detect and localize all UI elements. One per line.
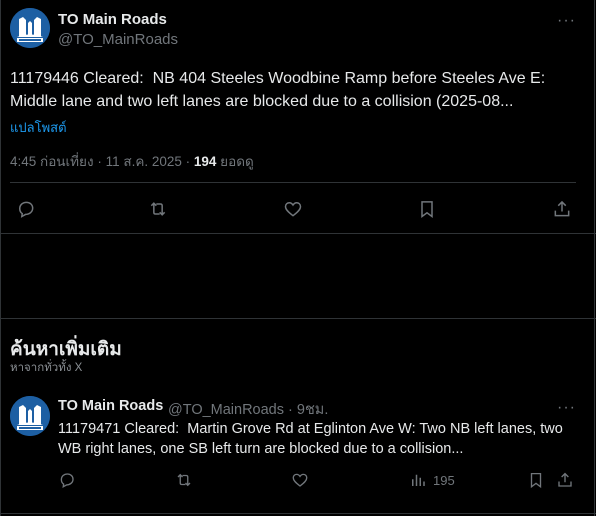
related-bookmark-button[interactable] (527, 471, 545, 489)
avatar[interactable] (10, 8, 50, 48)
share-button[interactable] (552, 199, 572, 219)
tweet-text-line-2: Middle lane and two left lanes are block… (10, 93, 514, 110)
related-text-line-2: WB right lanes, one SB left turn are blo… (58, 441, 464, 457)
divider (0, 233, 596, 234)
toronto-logo-icon (10, 8, 50, 48)
translate-post-link[interactable]: แปลโพสต์ (10, 117, 67, 138)
related-views-count: 195 (433, 472, 455, 488)
related-meta: @TO_MainRoads · 9ชม. (168, 398, 328, 421)
related-age[interactable]: 9ชม. (297, 402, 329, 418)
views-chart-icon (412, 474, 425, 486)
author-handle[interactable]: @TO_MainRoads (58, 31, 178, 48)
related-author-handle[interactable]: @TO_MainRoads (168, 402, 284, 418)
repost-icon (177, 473, 191, 487)
related-more-options-icon[interactable]: ··· (557, 399, 576, 417)
tweet-text-line-1: 11179446 Cleared: NB 404 Steeles Woodbin… (10, 70, 546, 87)
tweet-date[interactable]: 11 ส.ค. 2025 (106, 154, 182, 169)
share-icon (558, 472, 572, 487)
reply-icon (18, 201, 34, 218)
toronto-logo-icon (10, 396, 50, 436)
meta-separator: · (284, 402, 297, 418)
repost-icon (150, 202, 166, 216)
divider (0, 513, 596, 514)
bookmark-button[interactable] (417, 199, 437, 219)
reply-button[interactable] (16, 199, 36, 219)
heart-icon (284, 201, 302, 217)
repost-button[interactable] (148, 199, 168, 219)
author-name[interactable]: TO Main Roads (58, 11, 167, 28)
section-subtitle: หาจากทั่วทั้ง X (10, 362, 83, 374)
like-button[interactable] (283, 199, 303, 219)
left-border (0, 0, 1, 516)
related-repost-button[interactable] (175, 471, 193, 489)
related-author-name[interactable]: TO Main Roads (58, 398, 163, 414)
related-reply-button[interactable] (58, 471, 76, 489)
bookmark-icon (530, 472, 542, 489)
divider (10, 182, 576, 183)
related-like-button[interactable] (291, 471, 309, 489)
meta-separator: · (181, 154, 194, 169)
meta-separator: · (93, 154, 106, 169)
related-text-line-1: 11179471 Cleared: Martin Grove Rd at Egl… (58, 421, 563, 437)
share-icon (554, 200, 570, 217)
views-label: ยอดดู (216, 154, 254, 169)
more-options-icon[interactable]: ··· (557, 12, 576, 30)
views-count: 194 (193, 154, 217, 169)
right-border (594, 0, 595, 516)
heart-icon (292, 473, 308, 487)
bookmark-icon (421, 201, 433, 218)
reply-icon (60, 473, 74, 489)
tweet-meta: 4:45 ก่อนเที่ยง · 11 ส.ค. 2025 · 194 ยอด… (10, 150, 254, 172)
divider (0, 318, 596, 319)
related-views-button[interactable]: 195 (409, 471, 455, 489)
tweet-time[interactable]: 4:45 ก่อนเที่ยง (10, 154, 94, 169)
related-share-button[interactable] (556, 471, 574, 489)
related-avatar[interactable] (10, 396, 50, 436)
